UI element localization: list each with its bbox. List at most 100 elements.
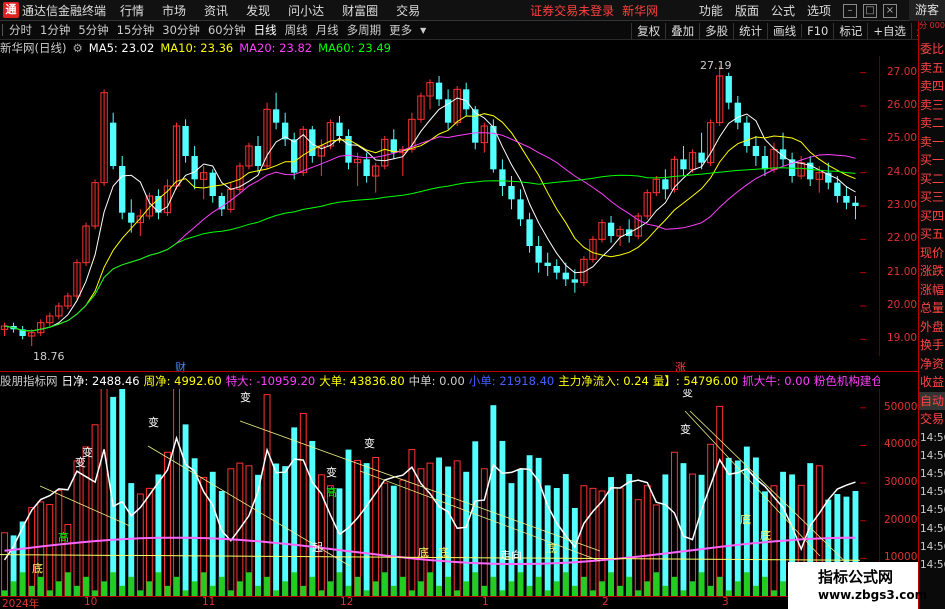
indicator-bar-up [73, 460, 81, 596]
indicator-mark: 底 [546, 541, 557, 555]
indicator-bar-green [309, 576, 316, 596]
quote-row-label[interactable]: 14:56 [919, 520, 945, 538]
quote-row-label[interactable]: 买四 [919, 207, 945, 226]
guest-button[interactable]: 游客 [908, 0, 945, 21]
menu-news[interactable]: 资讯 [204, 2, 228, 19]
period-15min[interactable]: 15分钟 [117, 22, 155, 38]
indicator-mark: 起 [312, 541, 323, 554]
tool-draw[interactable]: 画线 [767, 22, 801, 39]
quote-row-label[interactable]: 涨幅 [919, 281, 945, 300]
indicator-bar-green [327, 581, 334, 596]
indicator-bar-down [445, 466, 452, 596]
indicator-bar-down [508, 483, 515, 596]
period-1min[interactable]: 1分钟 [40, 22, 70, 38]
tool-add-watchlist[interactable]: +自选 [867, 22, 911, 39]
quote-row-label[interactable]: 14:56 [919, 501, 945, 519]
ma60-value: MA60: 23.49 [318, 41, 391, 55]
current-stock-name: 新华网 [622, 3, 659, 18]
quote-row-label[interactable]: 交易 [919, 410, 945, 429]
close-icon[interactable]: × [882, 3, 897, 18]
quote-row-label[interactable]: 外盘 [919, 318, 945, 337]
period-timeshare[interactable]: 分时 [9, 22, 32, 38]
quote-row-label[interactable]: 委比 [919, 40, 945, 59]
period-more[interactable]: 更多 [389, 22, 412, 38]
period-5min[interactable]: 5分钟 [78, 22, 108, 38]
menu-market[interactable]: 市场 [162, 2, 186, 19]
indicator-chart[interactable]: 变变变变变变变变高高底底底底底起底走向 [0, 389, 880, 596]
indicator-bar-green [200, 572, 207, 596]
quote-row-label[interactable]: 卖三 [919, 96, 945, 115]
menu-trade[interactable]: 交易 [396, 2, 420, 19]
minimize-icon[interactable]: – [842, 3, 857, 18]
menu-quotes[interactable]: 行情 [120, 2, 144, 19]
candlestick-chart[interactable] [0, 56, 880, 356]
trade-login-alert[interactable]: 证券交易未登录 [530, 2, 614, 19]
menu-layout[interactable]: 版面 [735, 2, 759, 19]
quote-row-label[interactable]: 换手 [919, 336, 945, 355]
watermark-url: www.zbgs3.com [818, 588, 928, 602]
period-weekly[interactable]: 周线 [285, 22, 308, 38]
quote-row-label[interactable]: 14:56 [919, 483, 945, 501]
candle-body-down [553, 266, 560, 273]
period-30min[interactable]: 30分钟 [162, 22, 200, 38]
quote-row-label[interactable]: 卖二 [919, 114, 945, 133]
period-60min[interactable]: 60分钟 [208, 22, 246, 38]
quote-row-label[interactable]: 净资 [919, 355, 945, 374]
candle-body-down [291, 139, 298, 173]
quote-row-label[interactable]: 买五 [919, 225, 945, 244]
tool-statistics[interactable]: 统计 [733, 22, 767, 39]
menu-wealth-circle[interactable]: 财富圈 [342, 2, 378, 19]
quote-row-label[interactable]: 买一 [919, 151, 945, 170]
maximize-icon[interactable]: □ [862, 3, 877, 18]
quote-row-label[interactable]: 14:56 [919, 465, 945, 483]
quote-row-label[interactable]: 自动 [919, 391, 945, 410]
period-monthly[interactable]: 月线 [316, 22, 339, 38]
menu-wenxiaoda[interactable]: 问小达 [288, 2, 324, 19]
tool-f10[interactable]: F10 [801, 23, 833, 38]
period-daily[interactable]: 日线 [254, 22, 277, 38]
quote-row-label[interactable]: 14:56 [919, 538, 945, 556]
indicator-bar-green [553, 581, 560, 596]
quote-row-label[interactable]: 14:56 [919, 429, 945, 447]
quote-row-label[interactable]: 买二 [919, 170, 945, 189]
candle-body-down [535, 246, 542, 263]
quote-row-label[interactable]: 总量 [919, 299, 945, 318]
indicator-bar-green [264, 576, 270, 596]
indicator-mark: 变 [326, 465, 337, 479]
quote-row-label[interactable]: 14:56 [919, 556, 945, 574]
indicator-field: 大单: 43836.80 [319, 374, 405, 388]
candle-body-down [607, 222, 615, 236]
indicator-guide-line [39, 485, 131, 527]
menu-formula[interactable]: 公式 [771, 2, 795, 19]
quote-row-label[interactable]: 现价 [919, 244, 945, 263]
quote-row-label[interactable]: 卖四 [919, 77, 945, 96]
tool-mark[interactable]: 标记 [833, 22, 867, 39]
quote-row-label[interactable]: 14:56 [919, 447, 945, 465]
tool-overlay[interactable]: 叠加 [665, 22, 699, 39]
menu-options[interactable]: 选项 [807, 2, 831, 19]
quote-row-label[interactable]: 卖一 [919, 133, 945, 152]
quote-row-label[interactable]: 收益 [919, 373, 945, 392]
indicator-mark: 底 [740, 512, 751, 526]
candle-body-down [662, 179, 669, 190]
ma60-line [4, 167, 856, 332]
candle-body-down [272, 109, 280, 123]
quote-row-label[interactable]: 卖五 [919, 59, 945, 78]
indicator-mark: 变 [364, 436, 375, 450]
quote-row-label[interactable]: 涨跌 [919, 262, 945, 281]
menu-function[interactable]: 功能 [699, 2, 723, 19]
indicator-bar-green [472, 572, 479, 596]
candle-body-down [852, 202, 859, 206]
tool-multi-stock[interactable]: 多股 [699, 22, 733, 39]
tool-adjust[interactable]: 复权 [631, 22, 665, 39]
period-multi[interactable]: 多周期 [347, 22, 382, 38]
indicator-name[interactable]: 股朋指标网 [0, 373, 58, 389]
chevron-down-icon[interactable]: ▼ [420, 26, 426, 35]
settings-icon[interactable]: ⚙ [72, 41, 82, 55]
indicator-mark: 高 [58, 530, 69, 544]
quote-row-label[interactable]: 买三 [919, 188, 945, 207]
menu-discover[interactable]: 发现 [246, 2, 270, 19]
indicator-bar-green [28, 585, 35, 596]
indicator-bar-green [282, 581, 289, 596]
indicator-bar-green [354, 576, 361, 596]
